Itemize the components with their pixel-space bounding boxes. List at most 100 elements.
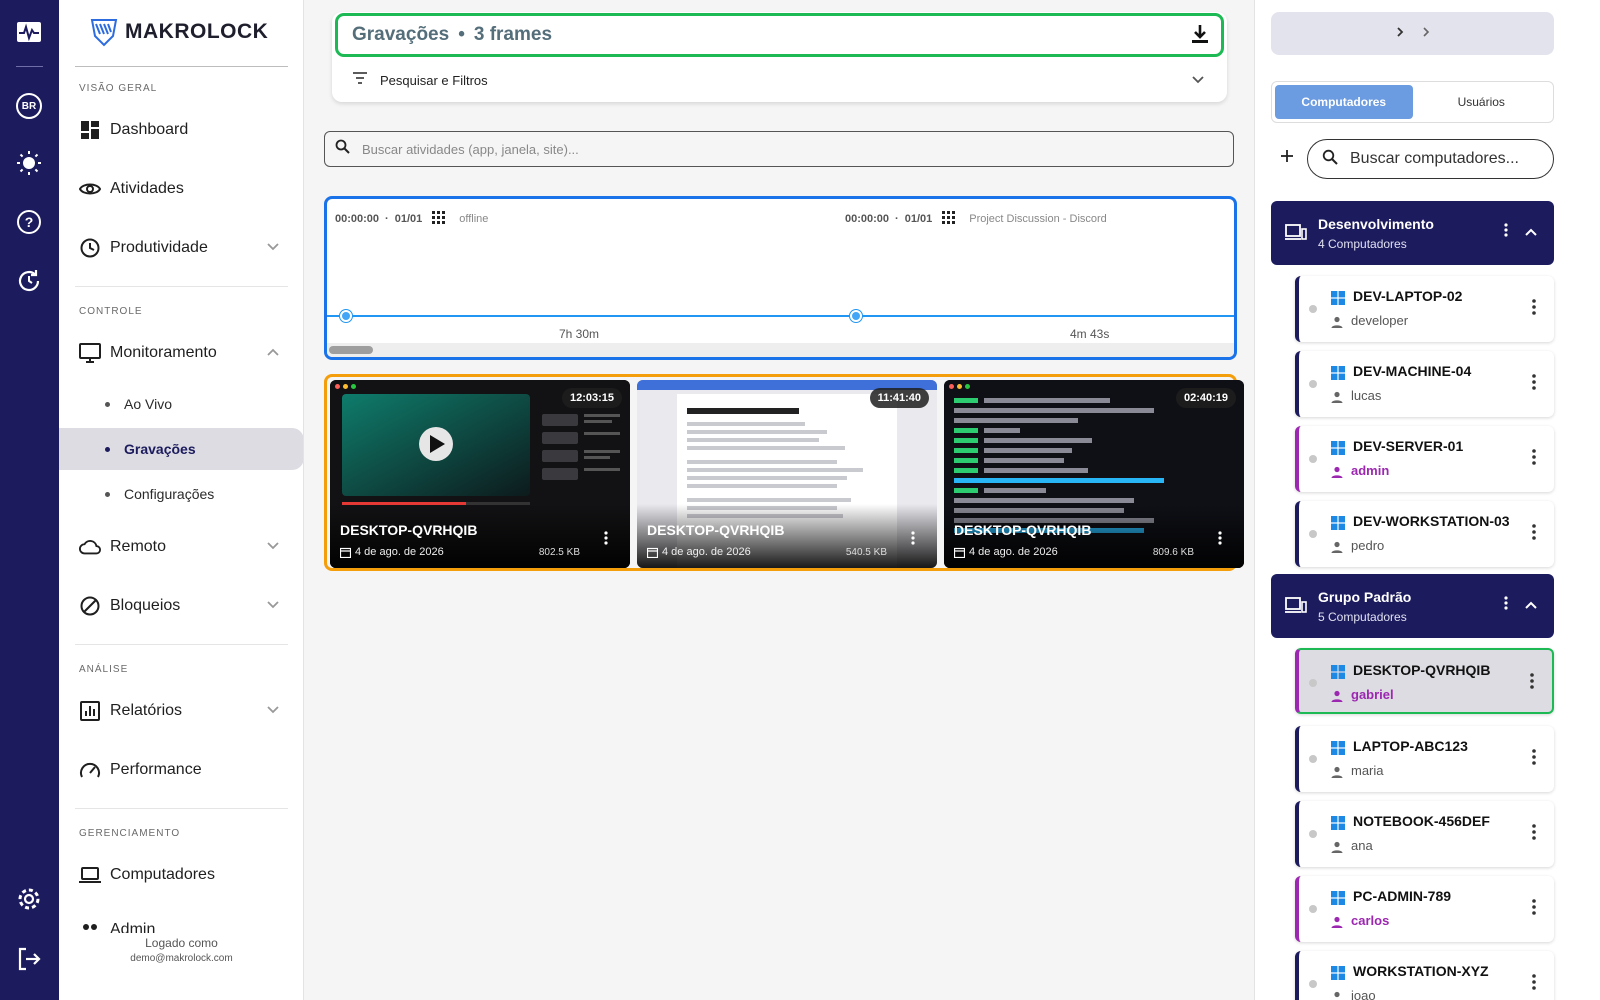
timeline-duration: 4m 43s (1070, 327, 1110, 341)
nav-reports[interactable]: Relatórios (59, 689, 303, 733)
windows-icon (1331, 366, 1345, 385)
bullet-dot (105, 401, 110, 407)
refresh-icon[interactable] (12, 264, 46, 298)
search-icon (1322, 149, 1338, 170)
group-header[interactable]: Grupo Padrão 5 Computadores (1271, 574, 1554, 638)
more-vert-icon[interactable] (1532, 974, 1536, 995)
grid-icon (942, 211, 956, 227)
recording-size: 809.6 KB (1152, 547, 1194, 558)
computer-search-input[interactable] (1350, 150, 1540, 168)
computer-item[interactable]: DEV-MACHINE-04 lucas (1295, 351, 1554, 417)
brand-logo[interactable]: MAKROLOCK (89, 14, 268, 50)
tab-users[interactable]: Usuários (1412, 85, 1550, 119)
user-email: demo@makrolock.com (130, 953, 233, 964)
section-analysis: ANÁLISE (79, 664, 129, 675)
computer-user: ana (1351, 838, 1373, 853)
nav-recordings-label: Gravações (124, 441, 196, 457)
cloud-icon (79, 536, 101, 558)
add-icon[interactable] (1279, 148, 1295, 169)
nav-live[interactable]: Ao Vivo (59, 383, 303, 425)
computer-item[interactable]: DEV-LAPTOP-02 developer (1295, 276, 1554, 342)
icon-rail: BR ? (0, 0, 59, 1000)
more-vert-icon[interactable] (1218, 531, 1222, 550)
more-vert-icon[interactable] (1532, 449, 1536, 470)
section-management: GERENCIAMENTO (79, 828, 181, 839)
user-icon (1331, 990, 1343, 1000)
more-vert-icon[interactable] (1532, 899, 1536, 920)
tab-computers[interactable]: Computadores (1275, 85, 1413, 119)
bullet-dot (105, 491, 110, 497)
clock-icon (79, 237, 101, 259)
more-vert-icon[interactable] (1532, 299, 1536, 320)
chevron-right-icon[interactable] (1395, 25, 1405, 43)
more-vert-icon[interactable] (1532, 524, 1536, 545)
more-vert-icon[interactable] (1532, 749, 1536, 770)
shield-logo-icon (90, 19, 118, 47)
nav-productivity[interactable]: Produtividade (59, 226, 303, 270)
chevron-up-icon[interactable] (1524, 225, 1538, 243)
computer-user: pedro (1351, 538, 1385, 553)
timeline-scrollbar-thumb[interactable] (329, 346, 373, 354)
activity-search-input[interactable] (362, 141, 1202, 157)
chevron-down-icon (1191, 73, 1205, 92)
chevron-right-icon[interactable] (1421, 25, 1431, 43)
more-vert-icon[interactable] (1530, 673, 1534, 694)
brand-divider (75, 66, 288, 67)
recording-thumbnail[interactable]: 02:40:19 DESKTOP-QVRHQIB 4 de ago. de 20… (944, 380, 1244, 568)
devices-icon (1285, 222, 1307, 247)
timeline-node[interactable] (340, 310, 352, 322)
activity-icon[interactable] (12, 15, 46, 49)
timeline-label[interactable]: 00:00:00 · 01/01 offline (335, 211, 488, 227)
timeline-track (327, 315, 1234, 317)
status-dot (1309, 755, 1317, 763)
computer-item[interactable]: DEV-WORKSTATION-03 pedro (1295, 501, 1554, 567)
computer-user: carlos (1351, 913, 1390, 928)
more-vert-icon[interactable] (1504, 223, 1508, 242)
recording-date: 4 de ago. de 2026 (954, 546, 1058, 558)
group-count: 4 Computadores (1318, 237, 1407, 251)
user-icon (1331, 540, 1343, 558)
nav-remote[interactable]: Remoto (59, 525, 303, 569)
recording-thumbnail[interactable]: 12:03:15 DESKTOP-QVRHQIB 4 de ago. de 20… (330, 380, 630, 568)
nav-monitoring[interactable]: Monitoramento (59, 331, 303, 375)
nav-settings[interactable]: Configurações (59, 473, 303, 515)
language-selector[interactable]: BR (12, 89, 46, 123)
computer-name: WORKSTATION-XYZ (1353, 963, 1489, 979)
more-vert-icon[interactable] (1504, 596, 1508, 615)
nav-dashboard[interactable]: Dashboard (59, 108, 303, 152)
more-vert-icon[interactable] (911, 531, 915, 550)
recording-thumbnail[interactable]: 11:41:40 DESKTOP-QVRHQIB 4 de ago. de 20… (637, 380, 937, 568)
view-toggle: Computadores Usuários (1271, 81, 1554, 123)
chevron-up-icon[interactable] (1524, 598, 1538, 616)
theme-sun-icon[interactable] (12, 146, 46, 180)
timeline-scrollbar[interactable] (327, 343, 1234, 357)
timeline-node[interactable] (850, 310, 862, 322)
computer-item[interactable]: NOTEBOOK-456DEF ana (1295, 801, 1554, 867)
computer-item-selected[interactable]: DESKTOP-QVRHQIB gabriel (1295, 648, 1554, 714)
nav-activities[interactable]: Atividades (59, 167, 303, 211)
more-vert-icon[interactable] (1532, 824, 1536, 845)
search-filters-toggle[interactable]: Pesquisar e Filtros (332, 58, 1227, 102)
group-header[interactable]: Desenvolvimento 4 Computadores (1271, 201, 1554, 265)
timeline-label[interactable]: 00:00:00 · 01/01 Project Discussion - Di… (845, 211, 1107, 227)
group-name: Grupo Padrão (1318, 589, 1412, 605)
dashboard-icon (79, 119, 101, 141)
computer-item[interactable]: LAPTOP-ABC123 maria (1295, 726, 1554, 792)
computer-item[interactable]: DEV-SERVER-01 admin (1295, 426, 1554, 492)
more-vert-icon[interactable] (1532, 374, 1536, 395)
timeline-app: Project Discussion - Discord (969, 213, 1107, 225)
nav-computers[interactable]: Computadores (59, 853, 303, 897)
recording-timestamp: 12:03:15 (561, 388, 622, 408)
nav-blocks[interactable]: Bloqueios (59, 584, 303, 628)
computer-name: NOTEBOOK-456DEF (1353, 813, 1490, 829)
computer-item[interactable]: PC-ADMIN-789 carlos (1295, 876, 1554, 942)
help-icon[interactable]: ? (12, 205, 46, 239)
download-icon[interactable] (1189, 23, 1211, 50)
computer-item[interactable]: WORKSTATION-XYZ joao (1295, 951, 1554, 1000)
status-dot (1309, 305, 1317, 313)
more-vert-icon[interactable] (604, 531, 608, 550)
nav-recordings[interactable]: Gravações (59, 428, 303, 470)
nav-performance[interactable]: Performance (59, 748, 303, 792)
logout-icon[interactable] (12, 942, 46, 976)
settings-icon[interactable] (12, 882, 46, 916)
